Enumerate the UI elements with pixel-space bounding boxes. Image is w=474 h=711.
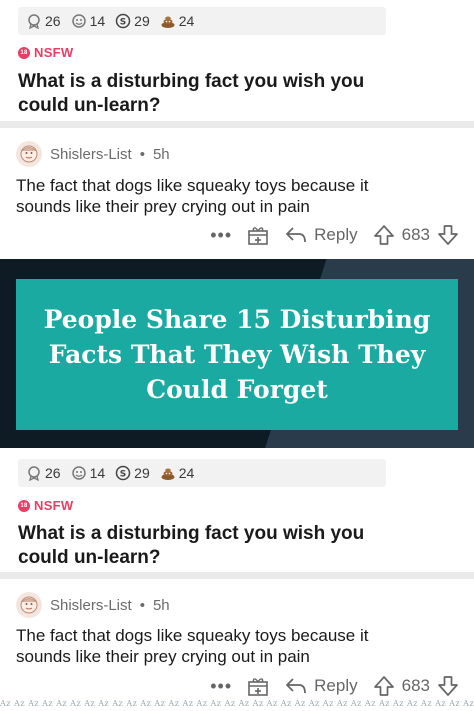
award-silver[interactable]: 26 <box>26 465 61 481</box>
upvote-icon[interactable] <box>372 674 396 698</box>
divider <box>0 121 474 128</box>
coin-award-icon: S <box>115 465 131 481</box>
vote-group: 683 <box>372 223 460 247</box>
downvote-icon[interactable] <box>436 223 460 247</box>
poop-award-icon <box>161 468 175 480</box>
reply-arrow-icon <box>286 227 307 243</box>
comment-age: 5h <box>152 596 170 614</box>
comment-body: The fact that dogs like squeaky toys bec… <box>16 625 456 667</box>
banner-title-line: Could Forget <box>146 375 328 404</box>
reply-label: Reply <box>314 225 358 244</box>
svg-text:S: S <box>120 470 126 480</box>
coin-award-icon: S <box>115 13 131 29</box>
award-poop[interactable]: 24 <box>160 465 195 481</box>
award-helpful[interactable]: 14 <box>71 13 106 29</box>
upvote-icon[interactable] <box>372 223 396 247</box>
comment-author[interactable]: Shislers-List <box>50 597 132 614</box>
divider <box>0 572 474 579</box>
award-count: 29 <box>134 465 150 481</box>
avatar[interactable] <box>16 141 42 167</box>
meta-separator: • <box>139 145 145 163</box>
banner-title-line: Facts That They Wish They <box>48 340 426 369</box>
vote-score: 683 <box>401 225 430 244</box>
post-title[interactable]: What is a disturbing fact you wish you c… <box>18 522 418 570</box>
award-count: 29 <box>134 13 150 29</box>
post-title-line: What is a disturbing fact you wish you <box>18 71 365 92</box>
award-poop[interactable]: 24 <box>160 13 195 29</box>
more-options-button[interactable]: ••• <box>210 225 232 246</box>
vote-score: 683 <box>401 676 430 695</box>
post-title-line: What is a disturbing fact you wish you <box>18 523 365 544</box>
vote-group: 683 <box>372 674 460 698</box>
silver-award-icon <box>28 466 40 481</box>
comment-body: The fact that dogs like squeaky toys bec… <box>16 175 456 217</box>
award-helpful[interactable]: 14 <box>71 465 106 481</box>
avatar[interactable] <box>16 592 42 618</box>
nsfw-icon: 18 <box>18 46 30 59</box>
nsfw-icon: 18 <box>18 499 30 512</box>
meta-separator: • <box>139 596 145 614</box>
comment-line: sounds like their prey crying out in pai… <box>16 197 310 216</box>
comment-actions: ••• Reply 683 <box>210 674 460 698</box>
post-title-line: could un-learn? <box>18 547 161 568</box>
poop-award-icon <box>161 16 175 28</box>
comment-header: Shislers-List • 5h <box>16 592 170 618</box>
award-coin[interactable]: S 29 <box>115 13 150 29</box>
award-count: 14 <box>89 13 106 29</box>
svg-text:S: S <box>120 18 126 28</box>
gift-icon <box>248 678 268 696</box>
comment-header: Shislers-List • 5h <box>16 141 170 167</box>
award-bar[interactable]: 26 14 S 29 24 <box>18 7 386 35</box>
give-award-button[interactable] <box>246 674 270 698</box>
reply-button[interactable]: Reply <box>284 225 358 245</box>
comment-author[interactable]: Shislers-List <box>50 146 132 163</box>
watermark: Az Az Az Az Az Az Az Az Az Az Az Az Az A… <box>0 699 474 708</box>
nsfw-tag: 18 NSFW <box>18 45 73 60</box>
helpful-award-icon <box>71 466 86 480</box>
award-silver[interactable]: 26 <box>26 13 61 29</box>
user-avatar-icon <box>20 596 38 614</box>
award-count: 26 <box>45 465 61 481</box>
nsfw-label: NSFW <box>34 45 74 60</box>
comment-line: sounds like their prey crying out in pai… <box>16 647 310 666</box>
banner-box: People Share 15 Disturbing Facts That Th… <box>16 279 458 430</box>
reply-arrow-icon <box>286 678 307 694</box>
give-award-button[interactable] <box>246 223 270 247</box>
page: 26 14 S 29 24 18 NSFW What is a disturbi… <box>0 0 474 711</box>
bottom-screenshot: 26 14 S 29 24 18 NSFW What is a disturbi… <box>0 448 474 711</box>
comment-age: 5h <box>152 145 170 163</box>
award-count: 14 <box>89 465 106 481</box>
reply-label: Reply <box>314 676 358 695</box>
award-count: 26 <box>45 13 61 29</box>
award-count: 24 <box>178 13 195 29</box>
comment-actions: ••• Reply 683 <box>210 223 460 247</box>
headline-banner: People Share 15 Disturbing Facts That Th… <box>0 259 474 448</box>
comment-line: The fact that dogs like squeaky toys bec… <box>16 626 369 645</box>
nsfw-tag: 18 NSFW <box>18 498 73 513</box>
comment-line: The fact that dogs like squeaky toys bec… <box>16 176 369 195</box>
gift-icon <box>248 227 268 245</box>
silver-award-icon <box>28 14 40 29</box>
post-title-line: could un-learn? <box>18 95 161 116</box>
helpful-award-icon <box>71 14 86 28</box>
award-coin[interactable]: S 29 <box>115 465 150 481</box>
banner-title-line: People Share 15 Disturbing <box>43 305 431 334</box>
award-count: 24 <box>178 465 195 481</box>
reply-button[interactable]: Reply <box>284 676 358 696</box>
user-avatar-icon <box>20 145 38 163</box>
award-bar[interactable]: 26 14 S 29 24 <box>18 459 386 487</box>
nsfw-label: NSFW <box>34 498 74 513</box>
top-screenshot: 26 14 S 29 24 18 NSFW What is a disturbi… <box>0 0 474 259</box>
more-options-button[interactable]: ••• <box>210 676 232 697</box>
downvote-icon[interactable] <box>436 674 460 698</box>
post-title[interactable]: What is a disturbing fact you wish you c… <box>18 70 418 118</box>
